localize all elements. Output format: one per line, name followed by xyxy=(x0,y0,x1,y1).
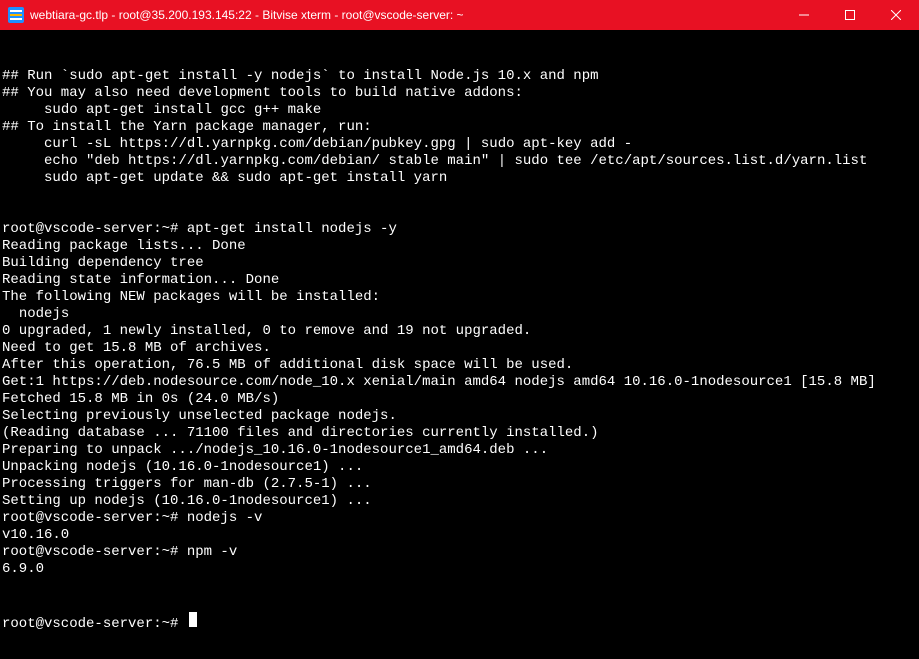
terminal-line: echo "deb https://dl.yarnpkg.com/debian/… xyxy=(2,153,917,170)
terminal-line: sudo apt-get install gcc g++ make xyxy=(2,102,917,119)
terminal-line: 6.9.0 xyxy=(2,561,917,578)
terminal-line: ## To install the Yarn package manager, … xyxy=(2,119,917,136)
app-icon xyxy=(8,7,24,23)
close-button[interactable] xyxy=(873,0,919,30)
terminal-line: The following NEW packages will be insta… xyxy=(2,289,917,306)
terminal-viewport[interactable]: ## Run `sudo apt-get install -y nodejs` … xyxy=(0,30,919,659)
terminal-line: Unpacking nodejs (10.16.0-1nodesource1) … xyxy=(2,459,917,476)
terminal-line: After this operation, 76.5 MB of additio… xyxy=(2,357,917,374)
terminal-line: ## You may also need development tools t… xyxy=(2,85,917,102)
cursor-icon xyxy=(189,612,197,627)
terminal-line: Need to get 15.8 MB of archives. xyxy=(2,340,917,357)
terminal-line: Preparing to unpack .../nodejs_10.16.0-1… xyxy=(2,442,917,459)
terminal-output: ## Run `sudo apt-get install -y nodejs` … xyxy=(2,68,917,578)
terminal-line: Setting up nodejs (10.16.0-1nodesource1)… xyxy=(2,493,917,510)
terminal-line xyxy=(2,187,917,204)
maximize-button[interactable] xyxy=(827,0,873,30)
terminal-line: 0 upgraded, 1 newly installed, 0 to remo… xyxy=(2,323,917,340)
window-title: webtiara-gc.tlp - root@35.200.193.145:22… xyxy=(30,8,781,22)
terminal-line: nodejs xyxy=(2,306,917,323)
terminal-line: Building dependency tree xyxy=(2,255,917,272)
minimize-button[interactable] xyxy=(781,0,827,30)
window-controls xyxy=(781,0,919,30)
terminal-line: Reading state information... Done xyxy=(2,272,917,289)
terminal-line: curl -sL https://dl.yarnpkg.com/debian/p… xyxy=(2,136,917,153)
terminal-line: root@vscode-server:~# nodejs -v xyxy=(2,510,917,527)
terminal-line: (Reading database ... 71100 files and di… xyxy=(2,425,917,442)
terminal-line: Get:1 https://deb.nodesource.com/node_10… xyxy=(2,374,917,391)
terminal-line: root@vscode-server:~# npm -v xyxy=(2,544,917,561)
window-titlebar[interactable]: webtiara-gc.tlp - root@35.200.193.145:22… xyxy=(0,0,919,30)
terminal-line: Reading package lists... Done xyxy=(2,238,917,255)
terminal-prompt-line[interactable]: root@vscode-server:~# xyxy=(2,612,917,633)
terminal-line: root@vscode-server:~# apt-get install no… xyxy=(2,221,917,238)
terminal-line: v10.16.0 xyxy=(2,527,917,544)
terminal-line: Fetched 15.8 MB in 0s (24.0 MB/s) xyxy=(2,391,917,408)
terminal-line: Processing triggers for man-db (2.7.5-1)… xyxy=(2,476,917,493)
terminal-prompt: root@vscode-server:~# xyxy=(2,616,187,633)
terminal-line xyxy=(2,204,917,221)
terminal-line: Selecting previously unselected package … xyxy=(2,408,917,425)
terminal-line: sudo apt-get update && sudo apt-get inst… xyxy=(2,170,917,187)
terminal-line: ## Run `sudo apt-get install -y nodejs` … xyxy=(2,68,917,85)
